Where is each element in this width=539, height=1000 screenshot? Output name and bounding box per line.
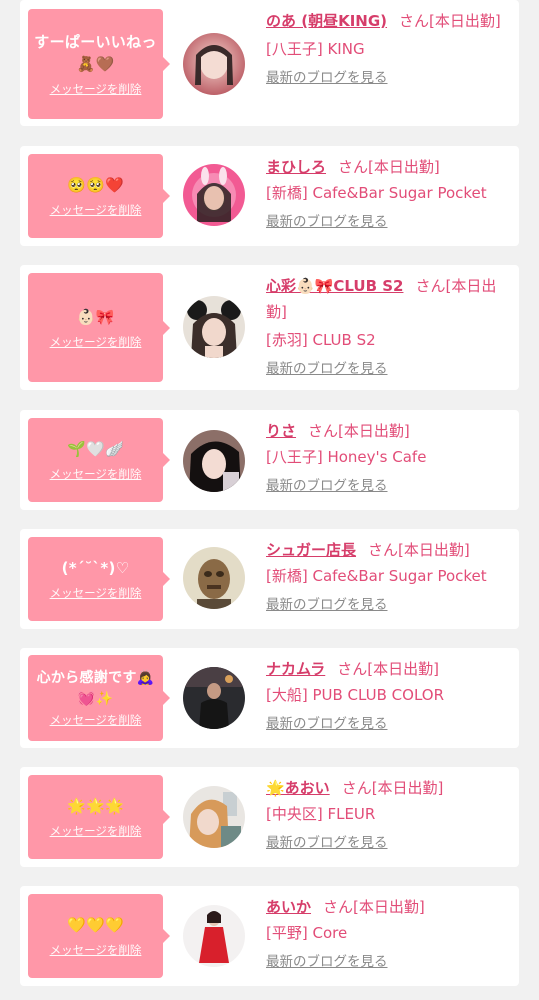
latest-blog-link[interactable]: 最新のブログを見る [266,68,514,88]
cast-status: さん[本日出勤] [323,898,425,916]
message-text: 💛💛💛 [67,916,124,934]
thanks-message-list: すーぱーいいねっ 🧸🤎 メッセージを削除 のあ (朝昼KING) さん[本日出勤]… [0,0,539,1000]
cast-info: のあ (朝昼KING) さん[本日出勤] [八王子] KING 最新のブログを見る [266,8,514,88]
message-text: 🌱🤍🪽 [67,440,124,458]
message-bubble: すーぱーいいねっ 🧸🤎 メッセージを削除 [28,9,170,119]
shop-name: [中央区] FLEUR [266,805,376,823]
shop-name: [八王子] Honey's Cafe [266,448,427,466]
message-card: 💛💛💛 メッセージを削除 あいか さん[本日出勤] [平野] Core 最新のブロ… [20,886,519,986]
shop-name: [平野] Core [266,924,348,942]
cast-info: まひしろ さん[本日出勤] [新橋] Cafe&Bar Sugar Pocket … [266,154,514,232]
message-bubble: 👶🏻🎀 メッセージを削除 [28,273,170,382]
delete-message-link[interactable]: メッセージを削除 [50,823,142,839]
message-bubble: 心から感謝です🙇‍♀️ 💓✨ メッセージを削除 [28,655,170,741]
cast-name-link[interactable]: のあ (朝昼KING) [266,12,387,30]
shop-name: [赤羽] CLUB S2 [266,331,376,349]
message-card: すーぱーいいねっ 🧸🤎 メッセージを削除 のあ (朝昼KING) さん[本日出勤]… [20,0,519,126]
message-text: 👶🏻🎀 [76,307,115,326]
cast-info: 🌟あおい さん[本日出勤] [中央区] FLEUR 最新のブログを見る [266,775,514,853]
message-bubble: 🥺🥺❤️ メッセージを削除 [28,154,170,238]
cast-info: あいか さん[本日出勤] [平野] Core 最新のブログを見る [266,894,514,972]
message-text: 🥺🥺❤️ [67,176,124,194]
cast-status: さん[本日出勤] [308,422,410,440]
message-card: 🌟🌟🌟 メッセージを削除 🌟あおい さん[本日出勤] [中央区] FLEUR 最新… [20,767,519,867]
message-bubble: (*´˘`*)♡ メッセージを削除 [28,537,170,621]
shop-name: [新橋] Cafe&Bar Sugar Pocket [266,567,487,585]
message-text: 🌟🌟🌟 [67,797,124,815]
cast-status: さん[本日出勤] [338,158,440,176]
cast-name-link[interactable]: 🌟あおい [266,779,330,797]
shop-name: [新橋] Cafe&Bar Sugar Pocket [266,184,487,202]
message-card: 🥺🥺❤️ メッセージを削除 まひしろ さん[本日出勤] [新橋] Cafe&Bar… [20,146,519,246]
cast-name-link[interactable]: 心彩👶🏻🎀CLUB S2 [266,277,403,295]
message-card: 🌱🤍🪽 メッセージを削除 りさ さん[本日出勤] [八王子] Honey's Ca… [20,410,519,510]
cast-status: さん[本日出勤] [341,779,444,797]
latest-blog-link[interactable]: 最新のブログを見る [266,595,514,615]
avatar[interactable] [183,33,245,95]
delete-message-link[interactable]: メッセージを削除 [50,712,142,728]
cast-status: さん[本日出勤] [399,12,501,30]
delete-message-link[interactable]: メッセージを削除 [50,942,142,958]
cast-name-link[interactable]: まひしろ [266,158,326,176]
cast-name-link[interactable]: りさ [266,422,296,440]
message-bubble: 🌱🤍🪽 メッセージを削除 [28,418,170,502]
message-text: すーぱーいいねっ 🧸🤎 [34,33,157,73]
cast-info: りさ さん[本日出勤] [八王子] Honey's Cafe 最新のブログを見る [266,418,514,496]
avatar[interactable] [183,905,245,967]
delete-message-link[interactable]: メッセージを削除 [50,585,142,601]
latest-blog-link[interactable]: 最新のブログを見る [266,359,514,379]
message-card: 心から感謝です🙇‍♀️ 💓✨ メッセージを削除 ナカムラ さん[本日出勤] [大船… [20,648,519,748]
avatar[interactable] [183,430,245,492]
latest-blog-link[interactable]: 最新のブログを見る [266,714,514,734]
avatar[interactable] [183,547,245,609]
cast-name-link[interactable]: あいか [266,898,311,916]
delete-message-link[interactable]: メッセージを削除 [50,466,142,482]
avatar[interactable] [183,786,245,848]
message-bubble: 🌟🌟🌟 メッセージを削除 [28,775,170,859]
cast-status: さん[本日出勤] [368,541,470,559]
cast-status: さん[本日出勤] [337,660,439,678]
latest-blog-link[interactable]: 最新のブログを見る [266,833,514,853]
message-card: 👶🏻🎀 メッセージを削除 心彩👶🏻🎀CLUB S2 さん[本日出勤] [赤羽] C… [20,265,519,390]
cast-info: ナカムラ さん[本日出勤] [大船] PUB CLUB COLOR 最新のブログを… [266,656,514,734]
cast-name-link[interactable]: シュガー店長 [266,541,356,559]
delete-message-link[interactable]: メッセージを削除 [50,81,142,97]
latest-blog-link[interactable]: 最新のブログを見る [266,952,514,972]
latest-blog-link[interactable]: 最新のブログを見る [266,212,514,232]
cast-name-link[interactable]: ナカムラ [266,660,325,678]
avatar[interactable] [183,296,245,358]
message-text: (*´˘`*)♡ [61,559,130,577]
cast-info: シュガー店長 さん[本日出勤] [新橋] Cafe&Bar Sugar Pocke… [266,537,514,615]
message-card: (*´˘`*)♡ メッセージを削除 シュガー店長 さん[本日出勤] [新橋] Ca… [20,529,519,629]
avatar[interactable] [183,667,245,729]
latest-blog-link[interactable]: 最新のブログを見る [266,476,514,496]
message-bubble: 💛💛💛 メッセージを削除 [28,894,170,978]
delete-message-link[interactable]: メッセージを削除 [50,334,142,350]
cast-info: 心彩👶🏻🎀CLUB S2 さん[本日出勤] [赤羽] CLUB S2 最新のブログ… [266,273,514,379]
message-text: 心から感謝です🙇‍♀️ 💓✨ [36,670,155,707]
shop-name: [大船] PUB CLUB COLOR [266,686,445,704]
avatar[interactable] [183,164,245,226]
shop-name: [八王子] KING [266,40,365,58]
delete-message-link[interactable]: メッセージを削除 [50,202,142,218]
